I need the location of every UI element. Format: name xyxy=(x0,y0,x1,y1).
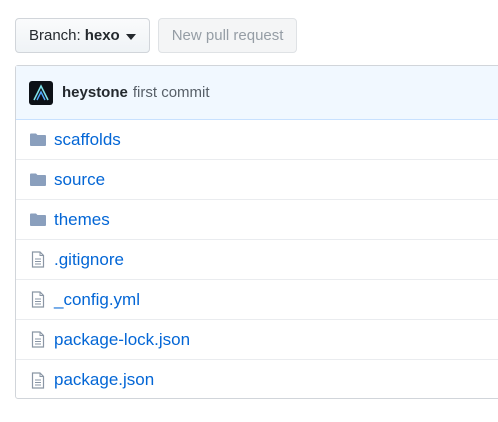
file-icon xyxy=(28,291,48,309)
latest-commit-bar: heystone first commit xyxy=(16,66,498,120)
file-name-link[interactable]: _config.yml xyxy=(54,290,140,310)
folder-icon xyxy=(28,211,48,229)
folder-icon xyxy=(28,131,48,149)
folder-icon xyxy=(28,171,48,189)
file-list: heystone first commit scaffolds source t… xyxy=(15,65,498,399)
file-row: scaffolds xyxy=(16,120,498,160)
new-pull-request-label: New pull request xyxy=(171,27,284,44)
file-icon xyxy=(28,331,48,349)
new-pull-request-button[interactable]: New pull request xyxy=(157,18,298,53)
file-name-link[interactable]: package.json xyxy=(54,370,154,390)
commit-message[interactable]: first commit xyxy=(133,84,210,101)
branch-name-label: hexo xyxy=(84,27,120,44)
repo-toolbar: Branch: hexo New pull request xyxy=(15,18,298,53)
file-name-link[interactable]: package-lock.json xyxy=(54,330,190,350)
file-name-link[interactable]: source xyxy=(54,170,105,190)
file-name-link[interactable]: themes xyxy=(54,210,110,230)
file-icon xyxy=(28,251,48,269)
file-name-link[interactable]: .gitignore xyxy=(54,250,124,270)
caret-down-icon xyxy=(125,33,136,40)
file-row: themes xyxy=(16,200,498,240)
branch-select-button[interactable]: Branch: hexo xyxy=(15,18,150,53)
file-row: .gitignore xyxy=(16,240,498,280)
file-row: _config.yml xyxy=(16,280,498,320)
avatar-logo-icon xyxy=(33,83,49,100)
avatar[interactable] xyxy=(29,80,53,105)
file-row: package.json xyxy=(16,360,498,400)
file-icon xyxy=(28,371,48,389)
branch-prefix-label: Branch: xyxy=(29,27,81,44)
file-row: source xyxy=(16,160,498,200)
file-name-link[interactable]: scaffolds xyxy=(54,130,121,150)
file-row: package-lock.json xyxy=(16,320,498,360)
commit-author[interactable]: heystone xyxy=(62,84,128,101)
